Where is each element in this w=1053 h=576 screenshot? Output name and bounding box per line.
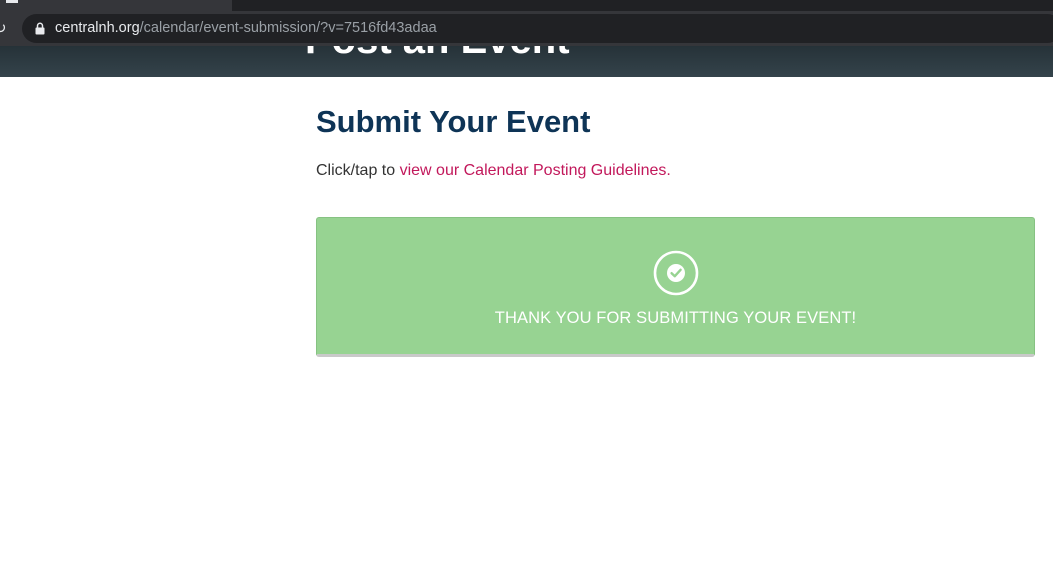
tab-edge [6, 0, 18, 3]
page-title: Submit Your Event [316, 104, 591, 139]
browser-tab-strip [0, 0, 1053, 11]
success-message-box: THANK YOU FOR SUBMITTING YOUR EVENT! [316, 217, 1035, 357]
guidelines-line: Click/tap to view our Calendar Posting G… [316, 160, 671, 182]
page-hero-banner: Post an Event [0, 46, 1053, 77]
reload-icon[interactable]: ↻ [0, 18, 8, 38]
url-host: centralnh.org [55, 20, 140, 36]
guidelines-link[interactable]: view our Calendar Posting Guidelines. [400, 162, 671, 179]
guidelines-intro: Click/tap to [316, 162, 400, 179]
hero-title: Post an Event [305, 46, 570, 64]
success-message: THANK YOU FOR SUBMITTING YOUR EVENT! [494, 309, 857, 327]
url-path: /calendar/event-submission/?v=7516fd43ad… [139, 20, 437, 36]
url-text[interactable]: centralnh.org/calendar/event-submission/… [55, 14, 437, 43]
browser-active-tab[interactable] [0, 0, 232, 11]
address-bar[interactable]: centralnh.org/calendar/event-submission/… [22, 14, 1053, 43]
browser-toolbar: ↻ centralnh.org/calendar/event-submissio… [0, 11, 1053, 46]
check-circle-icon [653, 250, 699, 296]
lock-icon[interactable] [34, 22, 46, 35]
